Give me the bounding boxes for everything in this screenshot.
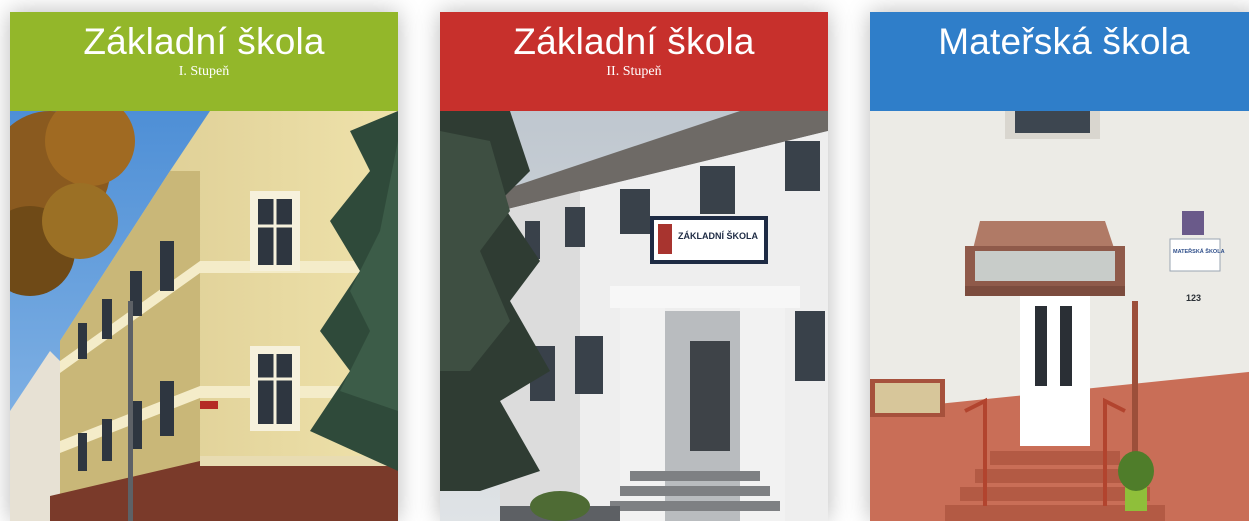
- card-subtitle: I. Stupeň: [178, 64, 230, 79]
- card-header: Základní škola II. Stupeň: [440, 12, 828, 111]
- school-cards: Základní škola I. Stupeň Základní škola …: [0, 0, 1249, 521]
- school-building-photo: [10, 111, 398, 521]
- house-number: 123: [1186, 293, 1201, 303]
- kindergarten-building-photo: 123 MATEŘSKÁ ŠKOLA: [870, 111, 1249, 521]
- card-materska-skola[interactable]: Mateřská škola 123 MATEŘSKÁ ŠKOLA: [870, 12, 1249, 521]
- card-header: Mateřská škola: [870, 12, 1249, 111]
- card-zakladni-skola-2[interactable]: Základní škola II. Stupeň ZÁKLADNÍ ŠKOLA: [440, 12, 828, 521]
- building-sign-text: ZÁKLADNÍ ŠKOLA: [678, 230, 758, 241]
- card-title: Základní škola: [513, 21, 755, 62]
- school-building-photo: ZÁKLADNÍ ŠKOLA: [440, 111, 828, 521]
- card-subtitle: II. Stupeň: [606, 64, 662, 79]
- building-sign-text: MATEŘSKÁ ŠKOLA: [1173, 247, 1225, 255]
- card-zakladni-skola-1[interactable]: Základní škola I. Stupeň: [10, 12, 398, 521]
- card-title: Mateřská škola: [938, 21, 1190, 62]
- card-header: Základní škola I. Stupeň: [10, 12, 398, 111]
- card-title: Základní škola: [83, 21, 325, 62]
